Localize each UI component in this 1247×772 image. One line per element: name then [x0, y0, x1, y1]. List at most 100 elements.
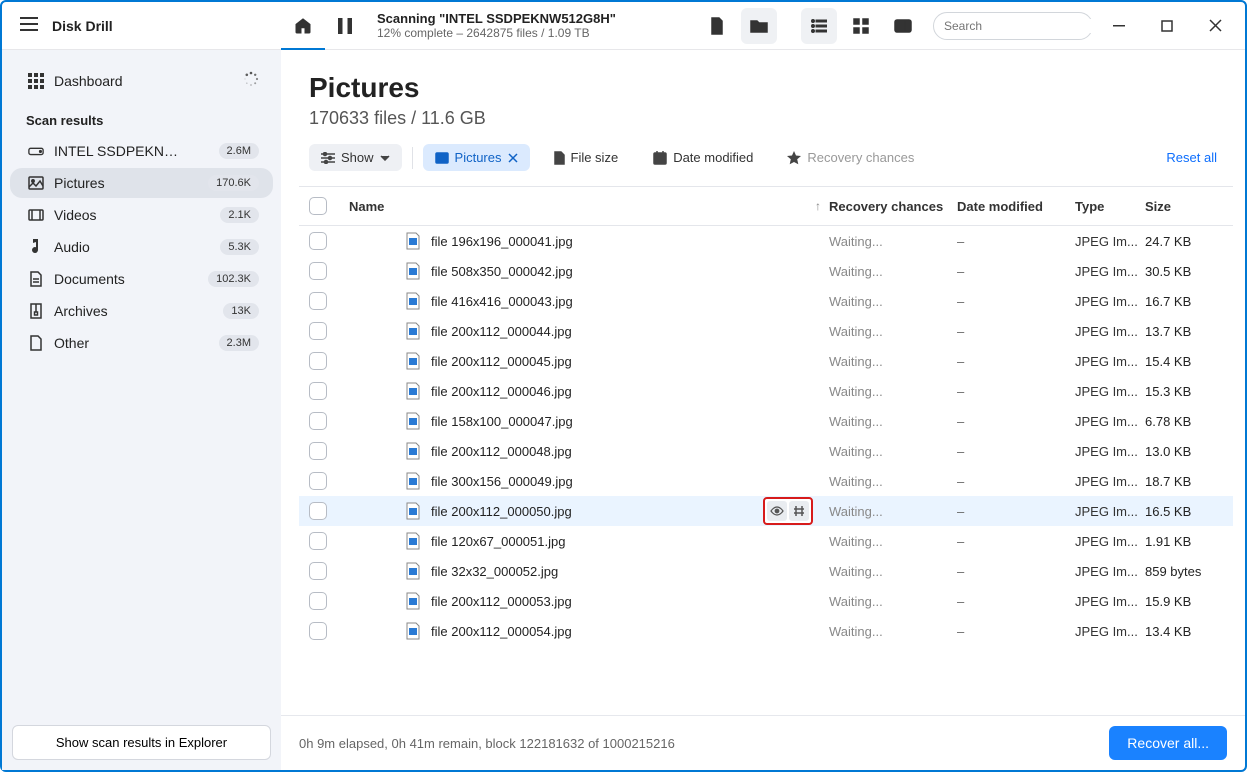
- column-header-modified[interactable]: Date modified: [957, 199, 1075, 214]
- recovery-cell: Waiting...: [829, 444, 957, 459]
- modified-cell: –: [957, 264, 1075, 279]
- file-name: file 32x32_000052.jpg: [431, 564, 558, 579]
- scan-sub: 12% complete – 2642875 files / 1.09 TB: [377, 26, 693, 40]
- maximize-button[interactable]: [1145, 8, 1189, 44]
- file-icon: [405, 563, 421, 579]
- table-row[interactable]: file 196x196_000041.jpgWaiting...–JPEG I…: [299, 226, 1233, 256]
- modified-cell: –: [957, 294, 1075, 309]
- pictures-filter-chip[interactable]: Pictures: [423, 144, 530, 171]
- row-checkbox[interactable]: [309, 472, 327, 490]
- table-row[interactable]: file 300x156_000049.jpgWaiting...–JPEG I…: [299, 466, 1233, 496]
- hex-button[interactable]: [789, 501, 809, 521]
- column-header-size[interactable]: Size: [1145, 199, 1223, 214]
- size-cell: 13.4 KB: [1145, 624, 1223, 639]
- table-row[interactable]: file 200x112_000054.jpgWaiting...–JPEG I…: [299, 616, 1233, 646]
- table-row[interactable]: file 508x350_000042.jpgWaiting...–JPEG I…: [299, 256, 1233, 286]
- row-checkbox[interactable]: [309, 502, 327, 520]
- type-cell: JPEG Im...: [1075, 234, 1145, 249]
- file-name: file 416x416_000043.jpg: [431, 294, 573, 309]
- file-name: file 200x112_000054.jpg: [431, 624, 572, 639]
- home-button[interactable]: [285, 8, 321, 44]
- file-icon: [405, 473, 421, 489]
- column-header-type[interactable]: Type: [1075, 199, 1145, 214]
- file-size-filter-button[interactable]: File size: [540, 143, 632, 172]
- sidebar-item-count: 2.1K: [220, 207, 259, 223]
- sort-arrow-icon: ↑: [815, 199, 821, 213]
- recovery-cell: Waiting...: [829, 294, 957, 309]
- recovery-cell: Waiting...: [829, 414, 957, 429]
- row-checkbox[interactable]: [309, 562, 327, 580]
- sidebar-item-label: Audio: [54, 239, 90, 255]
- type-cell: JPEG Im...: [1075, 474, 1145, 489]
- list-view-button[interactable]: [801, 8, 837, 44]
- size-cell: 18.7 KB: [1145, 474, 1223, 489]
- grid-view-button[interactable]: [843, 8, 879, 44]
- modified-cell: –: [957, 594, 1075, 609]
- sidebar-item-pictures[interactable]: Pictures170.6K: [10, 168, 273, 198]
- size-cell: 16.5 KB: [1145, 504, 1223, 519]
- file-icon: [405, 383, 421, 399]
- sidebar-item-count: 2.6M: [219, 143, 259, 159]
- close-icon[interactable]: [508, 153, 518, 163]
- search-input[interactable]: [944, 19, 1099, 33]
- file-name: file 200x112_000046.jpg: [431, 384, 572, 399]
- type-cell: JPEG Im...: [1075, 354, 1145, 369]
- table-row[interactable]: file 200x112_000053.jpgWaiting...–JPEG I…: [299, 586, 1233, 616]
- date-modified-filter-button[interactable]: Date modified: [641, 144, 765, 171]
- type-cell: JPEG Im...: [1075, 414, 1145, 429]
- row-checkbox[interactable]: [309, 262, 327, 280]
- recover-all-button[interactable]: Recover all...: [1109, 726, 1227, 760]
- table-row[interactable]: file 200x112_000050.jpgWaiting...–JPEG I…: [299, 496, 1233, 526]
- row-checkbox[interactable]: [309, 532, 327, 550]
- recovery-cell: Waiting...: [829, 384, 957, 399]
- select-all-checkbox[interactable]: [309, 197, 327, 215]
- file-view-button[interactable]: [699, 8, 735, 44]
- row-checkbox[interactable]: [309, 352, 327, 370]
- sidebar-item-other[interactable]: Other2.3M: [10, 328, 273, 358]
- minimize-button[interactable]: [1097, 8, 1141, 44]
- table-row[interactable]: file 32x32_000052.jpgWaiting...–JPEG Im.…: [299, 556, 1233, 586]
- table-header: Name ↑ Recovery chances Date modified Ty…: [299, 186, 1233, 226]
- size-cell: 15.4 KB: [1145, 354, 1223, 369]
- header: Disk Drill Scanning "INTEL SSDPEKNW512G8…: [2, 2, 1245, 50]
- column-header-name[interactable]: Name ↑: [341, 199, 829, 214]
- row-checkbox[interactable]: [309, 322, 327, 340]
- table-row[interactable]: file 120x67_000051.jpgWaiting...–JPEG Im…: [299, 526, 1233, 556]
- sidebar-item-intel-ssdpeknw-g-[interactable]: INTEL SSDPEKNW512G...2.6M: [10, 136, 273, 166]
- table-row[interactable]: file 416x416_000043.jpgWaiting...–JPEG I…: [299, 286, 1233, 316]
- show-in-explorer-button[interactable]: Show scan results in Explorer: [12, 725, 271, 760]
- pause-button[interactable]: [327, 8, 363, 44]
- sidebar-item-documents[interactable]: Documents102.3K: [10, 264, 273, 294]
- audio-icon: [28, 239, 44, 255]
- sidebar-item-count: 102.3K: [208, 271, 259, 287]
- folder-view-button[interactable]: [741, 8, 777, 44]
- table-row[interactable]: file 158x100_000047.jpgWaiting...–JPEG I…: [299, 406, 1233, 436]
- sidebar-item-archives[interactable]: Archives13K: [10, 296, 273, 326]
- row-checkbox[interactable]: [309, 382, 327, 400]
- column-header-recovery[interactable]: Recovery chances: [829, 199, 957, 214]
- sidebar-item-videos[interactable]: Videos2.1K: [10, 200, 273, 230]
- table-row[interactable]: file 200x112_000046.jpgWaiting...–JPEG I…: [299, 376, 1233, 406]
- reset-all-link[interactable]: Reset all: [1166, 150, 1217, 165]
- table-row[interactable]: file 200x112_000045.jpgWaiting...–JPEG I…: [299, 346, 1233, 376]
- preview-button[interactable]: [767, 501, 787, 521]
- recovery-chances-filter-button[interactable]: Recovery chances: [775, 144, 926, 171]
- show-filter-button[interactable]: Show: [309, 144, 402, 171]
- row-checkbox[interactable]: [309, 412, 327, 430]
- menu-icon[interactable]: [20, 17, 38, 34]
- size-cell: 16.7 KB: [1145, 294, 1223, 309]
- row-checkbox[interactable]: [309, 592, 327, 610]
- sidebar-item-audio[interactable]: Audio5.3K: [10, 232, 273, 262]
- split-view-button[interactable]: [885, 8, 921, 44]
- sidebar-item-dashboard[interactable]: Dashboard: [10, 64, 273, 97]
- row-checkbox[interactable]: [309, 292, 327, 310]
- modified-cell: –: [957, 474, 1075, 489]
- row-checkbox[interactable]: [309, 232, 327, 250]
- close-button[interactable]: [1193, 8, 1237, 44]
- table-row[interactable]: file 200x112_000048.jpgWaiting...–JPEG I…: [299, 436, 1233, 466]
- search-input-wrap[interactable]: [933, 12, 1093, 40]
- row-checkbox[interactable]: [309, 622, 327, 640]
- table-row[interactable]: file 200x112_000044.jpgWaiting...–JPEG I…: [299, 316, 1233, 346]
- row-checkbox[interactable]: [309, 442, 327, 460]
- file-icon: [405, 233, 421, 249]
